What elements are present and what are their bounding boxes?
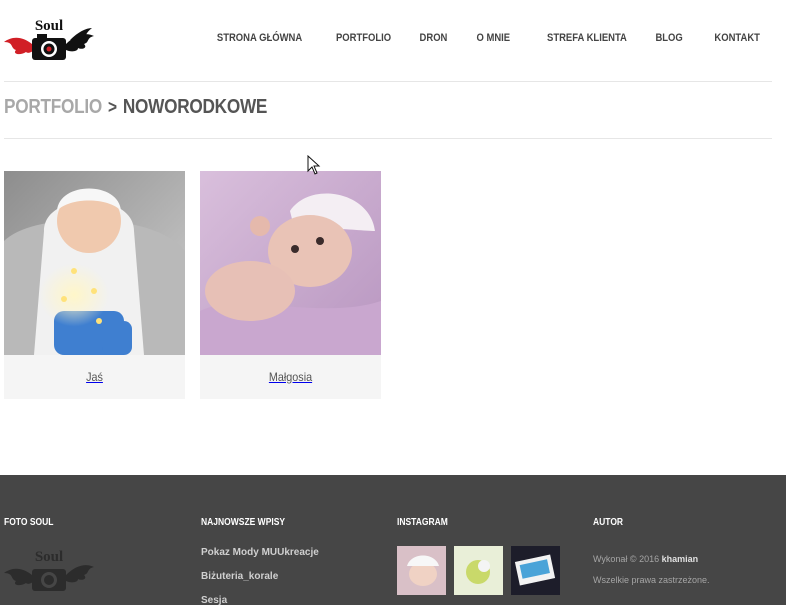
header-divider	[4, 81, 772, 82]
site-header: Soul STRONA GŁÓWNA PORTFOLIO DRON O MNIE…	[0, 0, 786, 82]
author-info: Wykonał © 2016 khamian Wszelkie prawa za…	[593, 549, 710, 591]
breadcrumb: PORTFOLIO > NOWORODKOWE	[4, 96, 267, 119]
nav-item-blog[interactable]: BLOG	[656, 32, 683, 44]
page-title: NOWORODKOWE	[122, 96, 268, 118]
instagram-thumbnail[interactable]	[454, 546, 503, 595]
footer-heading: NAJNOWSZE WPISY	[201, 517, 286, 528]
newborn-photo-thumbnail[interactable]	[200, 171, 381, 355]
site-logo[interactable]: Soul	[4, 14, 94, 64]
nav-item-strona-glowna[interactable]: STRONA GŁÓWNA	[217, 32, 302, 44]
footer-col-posts: NAJNOWSZE WPISY	[201, 517, 300, 528]
gallery-item-caption: Jaś	[86, 370, 103, 384]
footer-heading: INSTAGRAM	[397, 517, 448, 528]
nav-item-dron[interactable]: DRON	[419, 32, 447, 44]
baby-photo-thumbnail[interactable]	[4, 171, 185, 355]
footer-col-instagram: INSTAGRAM	[397, 517, 457, 528]
nav-item-portfolio[interactable]: PORTFOLIO	[336, 32, 391, 44]
nav-item-kontakt[interactable]: KONTAKT	[714, 32, 760, 44]
breadcrumb-separator: >	[108, 97, 117, 117]
instagram-thumbnail[interactable]	[397, 546, 446, 595]
gallery-item-caption: Małgosia	[268, 370, 313, 384]
recent-post-link[interactable]: Sesja	[201, 595, 319, 605]
author-name-link[interactable]: khamian	[662, 554, 699, 564]
footer-col-author: AUTOR	[593, 517, 628, 528]
footer-heading: AUTOR	[593, 517, 624, 528]
mouse-cursor-icon	[307, 155, 321, 175]
recent-post-link[interactable]: Biżuteria_korale	[201, 571, 319, 582]
main-nav: STRONA GŁÓWNA PORTFOLIO DRON O MNIE STRE…	[179, 32, 760, 44]
author-credit: Wykonał © 2016	[593, 554, 660, 564]
gallery-item[interactable]: Małgosia	[200, 171, 381, 399]
copyright-text: Wszelkie prawa zastrzeżone.	[593, 575, 710, 585]
footer-col-brand: FOTO SOUL	[4, 517, 62, 528]
footer-heading: FOTO SOUL	[4, 517, 54, 528]
breadcrumb-parent-link[interactable]: PORTFOLIO	[4, 96, 102, 118]
instagram-grid	[397, 546, 560, 595]
gallery-item[interactable]: Jaś	[4, 171, 185, 399]
nav-item-strefa-klienta[interactable]: STREFA KLIENTA	[547, 32, 627, 44]
svg-text:Soul: Soul	[35, 18, 63, 34]
svg-text:Soul: Soul	[35, 549, 63, 565]
breadcrumb-divider	[4, 138, 772, 139]
logo-camera-wings-icon: Soul	[4, 18, 94, 60]
recent-post-link[interactable]: Pokaz Mody MUUkreacje	[201, 547, 319, 558]
instagram-thumbnail[interactable]	[511, 546, 560, 595]
recent-posts-list: Pokaz Mody MUUkreacje Biżuteria_korale S…	[201, 547, 319, 605]
footer-logo-icon: Soul	[4, 549, 94, 591]
nav-item-o-mnie[interactable]: O MNIE	[477, 32, 511, 44]
site-footer: FOTO SOUL Soul NAJNOWSZE WPISY Pokaz Mod…	[0, 475, 786, 605]
